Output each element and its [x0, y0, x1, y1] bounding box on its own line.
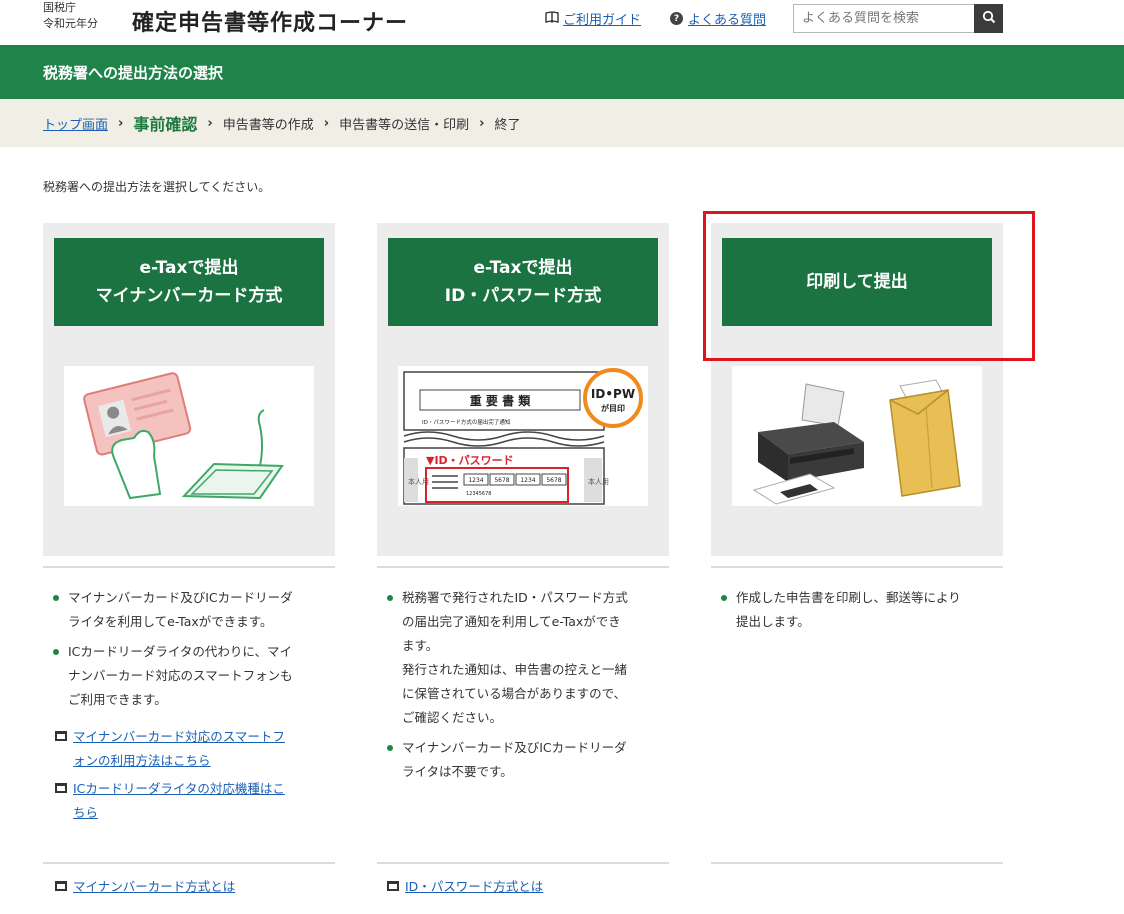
mynumber-links: マイナンバーカード対応のスマートフ ォンの利用方法はこちら ICカードリーダライ…	[53, 725, 333, 829]
book-icon	[545, 10, 559, 27]
divider	[377, 862, 669, 864]
guide-link[interactable]: ご利用ガイド	[545, 9, 641, 28]
divider	[711, 862, 1003, 864]
agency-name: 国税庁	[43, 1, 76, 14]
idpw-description: 税務署で発行されたID・パスワード方式 の届出完了通知を利用してe-Taxができ…	[384, 586, 664, 790]
button-label-line1: e-Taxで提出	[473, 258, 573, 278]
list-item: 作成した申告書を印刷し、郵送等により 提出します。	[718, 586, 998, 634]
button-label-line1: e-Taxで提出	[139, 258, 239, 278]
guide-link-label: ご利用ガイド	[563, 13, 642, 28]
tax-year: 令和元年分	[43, 17, 98, 30]
card-reader-models-link[interactable]: ICカードリーダライタの対応機種はこ ちら	[53, 777, 333, 825]
badge-sub: が目印	[601, 403, 625, 413]
search-button[interactable]	[974, 4, 1003, 33]
faq-link[interactable]: ? よくある質問	[670, 9, 766, 28]
divider	[711, 566, 1003, 568]
faq-search	[793, 4, 1003, 33]
list-item: 税務署で発行されたID・パスワード方式 の届出完了通知を利用してe-Taxができ…	[384, 586, 664, 730]
link-label: マイナンバーカード方式とは	[73, 879, 236, 894]
smartphone-usage-link[interactable]: マイナンバーカード対応のスマートフ ォンの利用方法はこちら	[53, 725, 333, 773]
breadcrumb-step-create: 申告書等の作成	[222, 117, 314, 133]
breadcrumb-current: 事前確認	[133, 115, 198, 134]
id-sub: 12345678	[466, 491, 491, 497]
divider	[43, 862, 335, 864]
app-title: 確定申告書等作成コーナー	[132, 11, 409, 36]
side-label-right: 本人用	[588, 477, 609, 486]
print-description: 作成した申告書を印刷し、郵送等により 提出します。	[718, 586, 998, 640]
link-label: ICカードリーダライタの対応機種はこ ちら	[73, 781, 285, 820]
list-item: ICカードリーダライタの代わりに、マイ ナンバーカード対応のスマートフォンも ご…	[50, 640, 330, 712]
printer-envelope-illustration	[732, 366, 982, 506]
divider	[43, 566, 335, 568]
search-icon	[982, 10, 996, 27]
mynumber-card-reader-illustration	[64, 366, 314, 506]
button-label-line2: マイナンバーカード方式	[95, 286, 283, 306]
search-input[interactable]	[793, 4, 974, 33]
mynumber-about-link[interactable]: マイナンバーカード方式とは	[53, 878, 235, 896]
chevron-right-icon: ›	[479, 115, 485, 131]
breadcrumb-top-link[interactable]: トップ画面	[43, 114, 108, 133]
link-label: ID・パスワード方式とは	[405, 879, 544, 894]
idpw-notice-illustration: 重 要 書 類 ID・パスワード方式の届出完了通知 ID•PW が目印 本人用 …	[398, 366, 648, 506]
id-group: 1234	[520, 477, 535, 484]
divider	[377, 566, 669, 568]
instruction-text: 税務署への提出方法を選択してください。	[43, 180, 271, 194]
button-label-line2: ID・パスワード方式	[444, 286, 602, 306]
list-item: マイナンバーカード及びICカードリーダ ライタを利用してe-Taxができます。	[50, 586, 330, 634]
chevron-right-icon: ›	[323, 115, 330, 131]
bullet-text: 作成した申告書を印刷し、郵送等により 提出します。	[736, 590, 961, 629]
site-header: 国税庁 令和元年分 確定申告書等作成コーナー ご利用ガイド ? よくある質問	[0, 0, 1124, 45]
id-group: 1234	[468, 477, 483, 484]
idpw-submit-button[interactable]: e-Taxで提出 ID・パスワード方式	[388, 238, 658, 326]
window-icon	[387, 881, 399, 891]
option-card-mynumber: e-Taxで提出 マイナンバーカード方式	[43, 223, 335, 556]
breadcrumb: トップ画面 › 事前確認 › 申告書等の作成 › 申告書等の送信・印刷 › 終了	[0, 99, 1124, 147]
list-item: マイナンバーカード及びICカードリーダ ライタは不要です。	[384, 736, 664, 784]
bullet-text: マイナンバーカード及びICカードリーダ ライタは不要です。	[402, 740, 627, 779]
bullet-text: マイナンバーカード及びICカードリーダ ライタを利用してe-Taxができます。	[68, 590, 293, 629]
idpw-about-link[interactable]: ID・パスワード方式とは	[385, 878, 543, 896]
page-title: 税務署への提出方法の選択	[43, 64, 224, 82]
question-icon: ?	[670, 12, 683, 25]
mynumber-description: マイナンバーカード及びICカードリーダ ライタを利用してe-Taxができます。 …	[50, 586, 330, 718]
window-icon	[55, 731, 67, 741]
chevron-right-icon: ›	[118, 115, 124, 131]
link-label: マイナンバーカード対応のスマートフ ォンの利用方法はこちら	[73, 729, 285, 768]
badge-main: ID•PW	[591, 387, 635, 401]
window-icon	[55, 881, 67, 891]
id-group: 5678	[546, 477, 561, 484]
agency-label: 国税庁 令和元年分	[43, 0, 98, 32]
breadcrumb-step-send: 申告書等の送信・印刷	[339, 117, 470, 133]
faq-link-label: よくある質問	[688, 13, 767, 28]
chevron-right-icon: ›	[207, 115, 213, 131]
id-group: 5678	[494, 477, 509, 484]
option-card-idpw: e-Taxで提出 ID・パスワード方式 重 要 書 類 ID・パスワード方式の届…	[377, 223, 669, 556]
breadcrumb-step-end: 終了	[494, 117, 521, 133]
idpw-label: ▼ID・パスワード	[426, 454, 514, 467]
bullet-text: ICカードリーダライタの代わりに、マイ ナンバーカード対応のスマートフォンも ご…	[68, 644, 293, 707]
page-title-bar: 税務署への提出方法の選択	[0, 45, 1124, 99]
doc-caption: ID・パスワード方式の届出完了通知	[422, 418, 510, 426]
selected-option-highlight	[703, 211, 1035, 361]
window-icon	[55, 783, 67, 793]
doc-title: 重 要 書 類	[470, 393, 532, 408]
mynumber-submit-button[interactable]: e-Taxで提出 マイナンバーカード方式	[54, 238, 324, 326]
bullet-text: 税務署で発行されたID・パスワード方式 の届出完了通知を利用してe-Taxができ…	[402, 590, 628, 725]
